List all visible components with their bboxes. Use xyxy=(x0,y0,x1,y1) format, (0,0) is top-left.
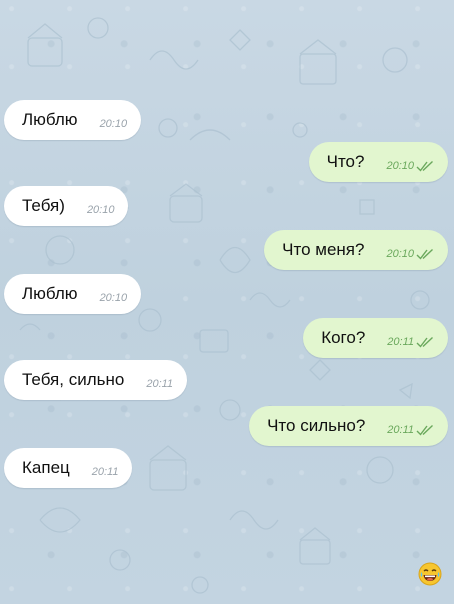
read-double-check-icon xyxy=(416,424,433,436)
laughing-emoji-icon[interactable] xyxy=(418,562,442,586)
read-double-check-icon xyxy=(416,248,433,260)
message-text: Люблю xyxy=(22,110,78,129)
message-time: 20:10 xyxy=(386,160,414,172)
message-text: Что сильно? xyxy=(267,416,366,435)
message-bubble-incoming[interactable]: Люблю 20:10 xyxy=(4,274,142,314)
message-text: Люблю xyxy=(22,284,78,303)
message-bubble-incoming[interactable]: Тебя) 20:10 xyxy=(4,186,129,226)
message-bubble-outgoing[interactable]: Что сильно? 20:11 xyxy=(249,406,448,446)
message-time: 20:11 xyxy=(387,336,414,348)
message-time: 20:10 xyxy=(99,118,128,130)
message-bubble-incoming[interactable]: Люблю 20:10 xyxy=(4,100,142,140)
message-bubble-incoming[interactable]: Капец 20:11 xyxy=(4,448,133,488)
message-text: Кого? xyxy=(321,328,366,347)
message-time: 20:11 xyxy=(146,378,174,390)
message-bubble-outgoing[interactable]: Кого? 20:11 xyxy=(303,318,448,358)
message-text: Тебя) xyxy=(22,196,65,215)
message-bubble-outgoing[interactable]: Что меня? 20:10 xyxy=(264,230,448,270)
message-time: 20:11 xyxy=(387,424,414,436)
message-bubble-outgoing[interactable]: Что? 20:10 xyxy=(308,142,448,182)
message-text: Капец xyxy=(22,458,70,477)
message-time: 20:10 xyxy=(386,248,414,260)
message-text: Что? xyxy=(326,152,365,171)
read-double-check-icon xyxy=(416,336,433,348)
message-text: Тебя, сильно xyxy=(22,370,125,389)
message-text: Что меня? xyxy=(282,240,365,259)
message-time: 20:10 xyxy=(86,204,115,216)
message-bubble-incoming[interactable]: Тебя, сильно 20:11 xyxy=(4,360,188,400)
message-time: 20:11 xyxy=(91,466,119,478)
message-time: 20:10 xyxy=(99,292,128,304)
read-double-check-icon xyxy=(416,160,433,172)
